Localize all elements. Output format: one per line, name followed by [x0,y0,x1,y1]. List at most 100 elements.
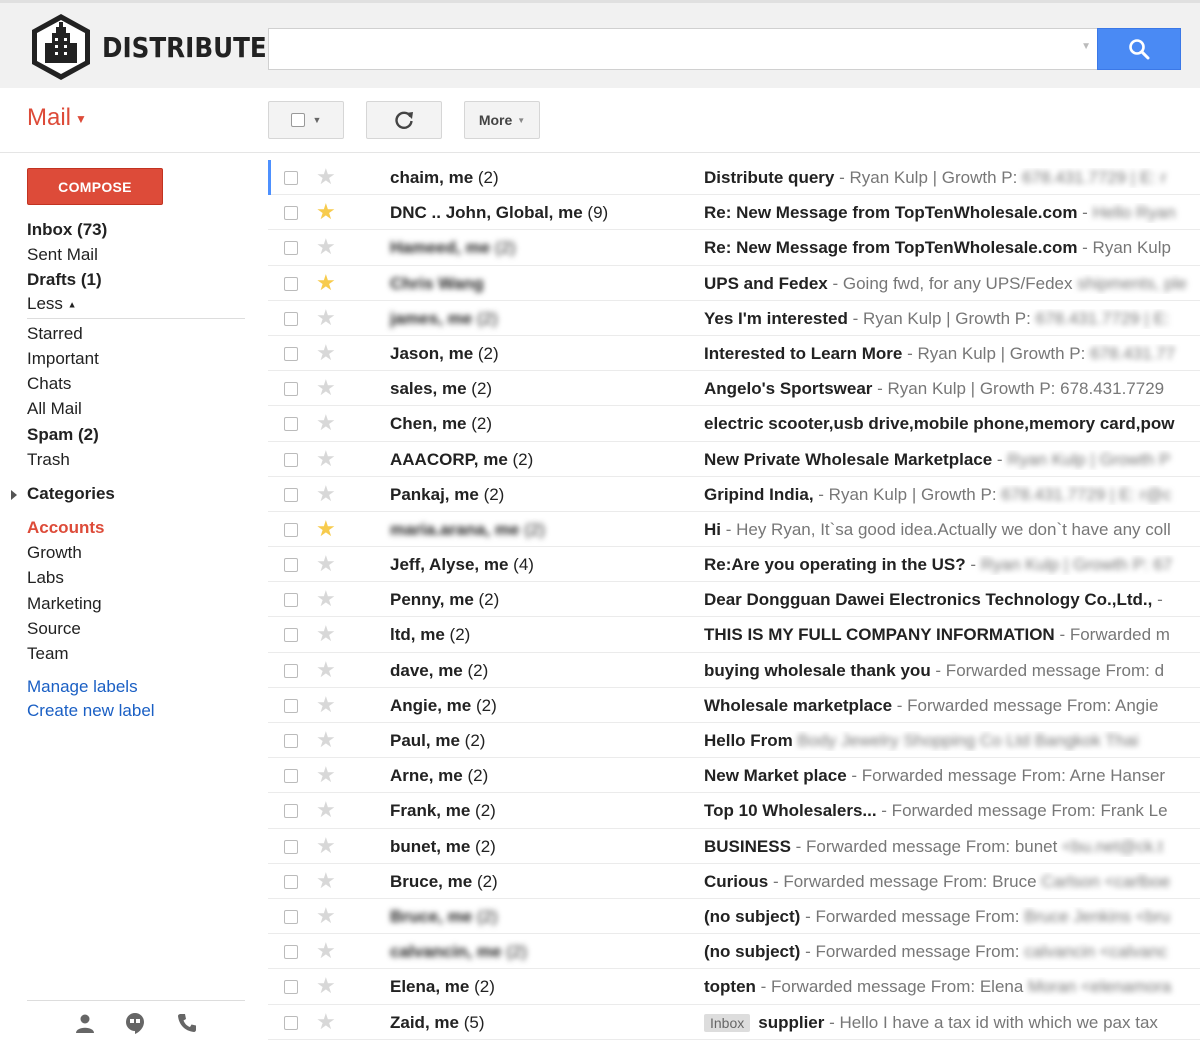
star-icon[interactable]: ★ [316,904,336,927]
email-row[interactable]: ★ Bruce, me (2) (no subject) - Forwarded m… [268,899,1200,935]
email-checkbox[interactable] [284,311,298,326]
person-icon[interactable] [74,1012,96,1034]
email-row[interactable]: ★ Bruce, me (2) Curious - Forwarded messag… [268,864,1200,899]
email-checkbox[interactable] [284,522,298,537]
email-checkbox[interactable] [284,663,298,678]
manage-labels-link[interactable]: Manage labels [27,677,138,697]
star-icon[interactable]: ★ [316,975,336,997]
search-button[interactable] [1097,28,1181,70]
email-checkbox[interactable] [284,839,298,854]
hangouts-icon[interactable] [124,1012,146,1034]
star-icon[interactable]: ★ [316,764,336,786]
star-icon[interactable]: ★ [316,940,336,962]
app-switcher[interactable]: Mail ▼ [27,104,87,132]
email-checkbox[interactable] [284,804,298,819]
brand-logo[interactable]: DISTRIBUTE [28,11,289,83]
email-row[interactable]: ★ ltd, me (2) THIS IS MY FULL COMPANY INFO… [268,617,1200,653]
email-row[interactable]: ★ sales, me (2) Angelo's Sportswear - Ryan… [268,371,1200,407]
sidebar-label-accounts[interactable]: Accounts [27,518,104,538]
refresh-button[interactable] [366,101,442,139]
star-icon[interactable]: ★ [316,658,336,681]
star-icon[interactable]: ★ [316,553,336,575]
sidebar-item-sent-mail[interactable]: Sent Mail [27,245,98,265]
sidebar-label-labs[interactable]: Labs [27,568,64,588]
email-checkbox[interactable] [284,734,298,748]
email-row[interactable]: ★ AAACORP, me (2) New Private Wholesale Ma… [268,442,1200,477]
email-checkbox[interactable] [284,346,298,361]
email-row[interactable]: ★ Chen, me (2) electric scooter,usb drive,… [268,406,1200,442]
email-row[interactable]: ★ Penny, me (2) Dear Dongguan Dawei Electr… [268,582,1200,618]
sidebar-item-trash[interactable]: Trash [27,450,70,470]
email-checkbox[interactable] [284,698,298,713]
sidebar-item-chats[interactable]: Chats [27,374,71,394]
email-row[interactable]: ★ Frank, me (2) Top 10 Wholesalers... - Fo… [268,793,1200,829]
email-row[interactable]: ★ Pankaj, me (2) Gripind India, - Ryan Kul… [268,477,1200,512]
sidebar-item-starred[interactable]: Starred [27,324,83,344]
email-row[interactable]: ★ dave, me (2) buying wholesale thank you … [268,653,1200,688]
email-row[interactable]: ★ Jason, me (2) Interested to Learn More -… [268,336,1200,372]
star-icon[interactable]: ★ [316,236,336,258]
email-row[interactable]: ★ Hameed, me (2) Re: New Message from TopT… [268,230,1200,266]
star-icon[interactable]: ★ [316,834,336,857]
sidebar-item-inbox[interactable]: Inbox (73) [27,220,107,240]
email-row[interactable]: ★ james, me (2) Yes I'm interested - Ryan … [268,301,1200,336]
star-icon[interactable]: ★ [316,482,336,505]
email-row[interactable]: ★ chaim, me (2) Distribute query - Ryan Ku… [268,160,1200,196]
email-row[interactable]: ★ Elena, me (2) topten - Forwarded message… [268,969,1200,1005]
email-checkbox[interactable] [284,241,298,256]
email-checkbox[interactable] [284,769,298,784]
sidebar-item-less[interactable]: Less ▲ [27,294,77,314]
email-row[interactable]: ★ Zaid, me (5) Inbox supplier - Hello I hav… [268,1005,1200,1040]
email-checkbox[interactable] [284,171,298,185]
email-checkbox[interactable] [284,558,298,573]
email-checkbox[interactable] [284,487,298,502]
email-checkbox[interactable] [284,628,298,643]
email-checkbox[interactable] [284,593,298,608]
star-icon[interactable]: ★ [316,412,336,434]
sidebar-item-all-mail[interactable]: All Mail [27,399,82,419]
sidebar-item-important[interactable]: Important [27,349,99,369]
star-icon[interactable]: ★ [316,517,336,540]
email-row[interactable]: ★ bunet, me (2) BUSINESS - Forwarded messa… [268,829,1200,864]
email-checkbox[interactable] [284,452,298,467]
email-checkbox[interactable] [284,945,298,960]
star-icon[interactable]: ★ [316,271,336,294]
create-label-link[interactable]: Create new label [27,701,155,721]
email-row[interactable]: ★ calvancin, me (2) (no subject) - Forward… [268,934,1200,970]
star-icon[interactable]: ★ [316,1010,336,1033]
email-checkbox[interactable] [284,874,298,889]
email-checkbox[interactable] [284,980,298,995]
star-icon[interactable]: ★ [316,693,336,716]
star-icon[interactable]: ★ [316,166,336,188]
phone-icon[interactable] [176,1012,198,1034]
email-row[interactable]: ★ Paul, me (2) Hello From Body Jewelry Sho… [268,723,1200,759]
email-checkbox[interactable] [284,382,298,397]
label-badge[interactable]: Inbox [704,1013,751,1032]
compose-button[interactable]: COMPOSE [27,168,163,205]
expand-arrow-icon[interactable] [11,490,17,500]
sidebar-label-marketing[interactable]: Marketing [27,594,102,614]
email-checkbox[interactable] [284,417,298,432]
star-icon[interactable]: ★ [316,623,336,645]
sidebar-item-spam[interactable]: Spam (2) [27,425,99,445]
star-icon[interactable]: ★ [316,201,336,223]
search-input[interactable]: ▼ [268,28,1098,70]
email-checkbox[interactable] [284,909,298,924]
sidebar-label-growth[interactable]: Growth [27,543,82,563]
star-icon[interactable]: ★ [316,447,336,470]
email-row[interactable]: ★ Angie, me (2) Wholesale marketplace - Fo… [268,688,1200,723]
email-checkbox[interactable] [284,206,298,221]
star-icon[interactable]: ★ [316,377,336,399]
sidebar-item-drafts[interactable]: Drafts (1) [27,270,102,290]
search-options-caret-icon[interactable]: ▼ [1081,41,1091,52]
star-icon[interactable]: ★ [316,729,336,751]
email-row[interactable]: ★ Arne, me (2) New Market place - Forwarde… [268,758,1200,794]
sidebar-item-categories[interactable]: Categories [27,484,115,504]
more-button[interactable]: More ▼ [464,101,540,139]
email-row[interactable]: ★ DNC .. John, Global, me (9) Re: New Mess… [268,195,1200,231]
email-row[interactable]: ★ Chris Wang UPS and Fedex - Going fwd, fo… [268,266,1200,301]
star-icon[interactable]: ★ [316,341,336,364]
star-icon[interactable]: ★ [316,869,336,892]
email-checkbox[interactable] [284,1015,298,1030]
star-icon[interactable]: ★ [316,306,336,329]
